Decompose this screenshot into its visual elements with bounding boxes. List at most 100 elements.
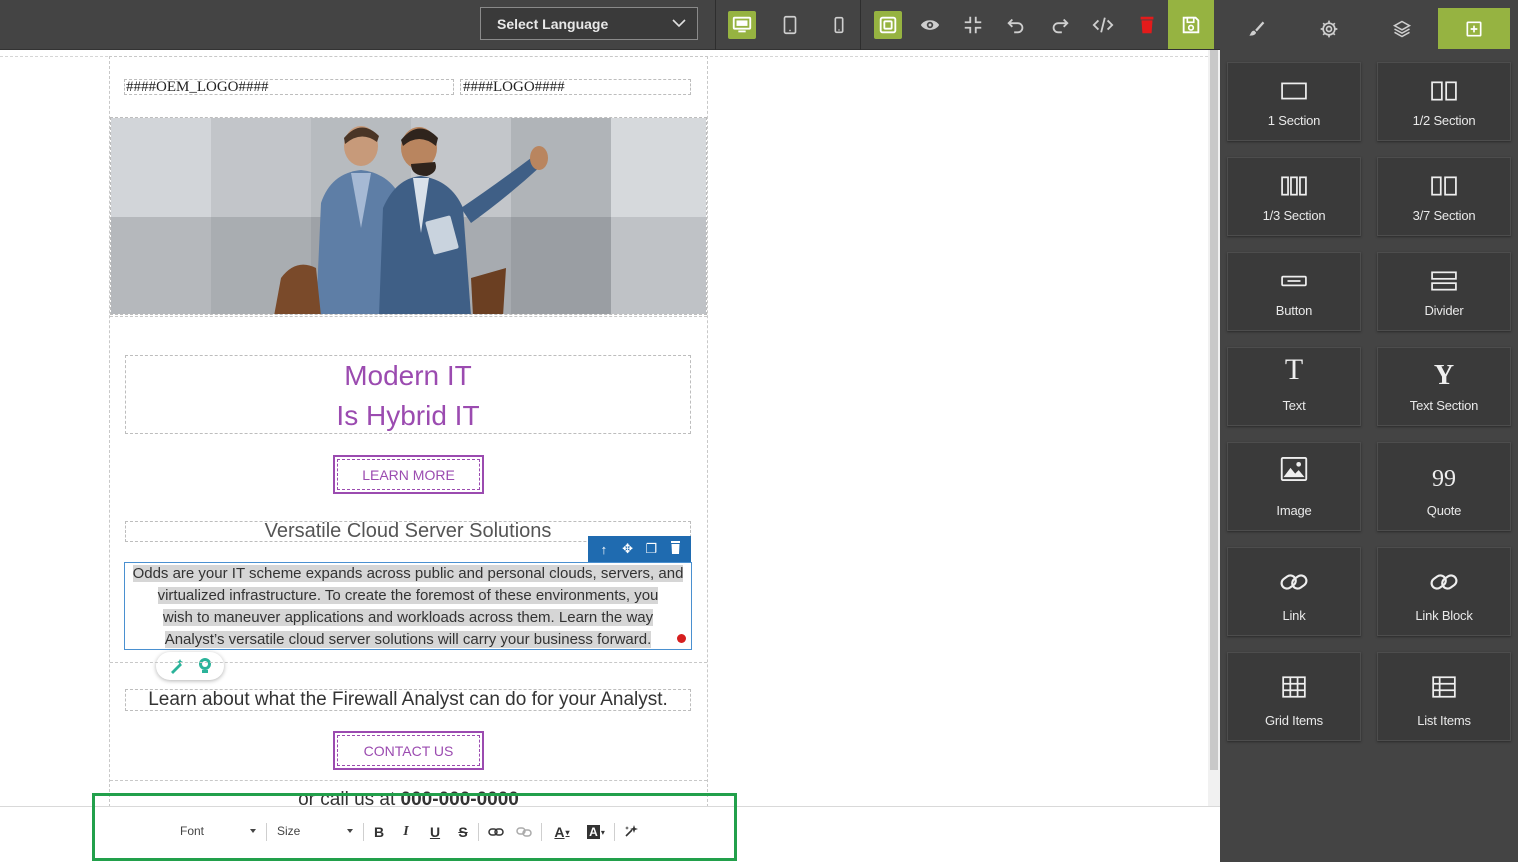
block-button[interactable]: Button: [1227, 252, 1361, 331]
tablet-view-button[interactable]: [775, 10, 805, 40]
toolbar-divider: [541, 823, 542, 841]
scrollbar-thumb[interactable]: [1210, 50, 1218, 770]
delete-icon[interactable]: [665, 541, 685, 557]
toolbar-divider: [363, 823, 364, 841]
language-select[interactable]: Select Language: [480, 7, 698, 40]
size-select[interactable]: Size: [277, 824, 300, 838]
oem-logo-placeholder[interactable]: ####OEM_LOGO####: [124, 79, 454, 95]
ai-assist-pill[interactable]: [156, 652, 224, 680]
learn-more-button[interactable]: LEARN MORE: [333, 455, 484, 494]
language-select-value: Select Language: [497, 16, 609, 32]
block-quote[interactable]: 99 Quote: [1377, 442, 1511, 531]
redo-button[interactable]: [1045, 10, 1075, 40]
section-divider: [110, 780, 707, 781]
tab-layers[interactable]: [1366, 8, 1438, 49]
headline[interactable]: Modern IT Is Hybrid IT: [125, 355, 691, 434]
redo-icon: [1052, 18, 1069, 34]
desktop-icon: [732, 16, 752, 33]
learn-about-text[interactable]: Learn about what the Firewall Analyst ca…: [125, 689, 691, 711]
logo-row[interactable]: ####OEM_LOGO#### ####LOGO####: [124, 79, 691, 95]
undo-button[interactable]: [1001, 10, 1031, 40]
desktop-view-button[interactable]: [728, 11, 756, 39]
third-section-icon: [1281, 176, 1307, 196]
toolbar-divider: [478, 823, 479, 841]
magic-pen-icon[interactable]: [168, 657, 186, 675]
bold-icon[interactable]: B: [372, 823, 386, 841]
size-caret-icon: [347, 829, 353, 833]
arrow-up-icon[interactable]: ↑: [594, 542, 614, 557]
three-seven-section-icon: [1431, 176, 1457, 196]
contact-us-button[interactable]: CONTACT US: [333, 731, 484, 770]
strikethrough-icon[interactable]: S: [456, 823, 470, 841]
one-section-icon: [1281, 82, 1307, 100]
section-divider: [110, 316, 707, 317]
block-link[interactable]: Link: [1227, 547, 1361, 636]
block-label: Quote: [1426, 503, 1462, 518]
selected-paragraph[interactable]: Odds are your IT scheme expands across p…: [124, 562, 692, 650]
font-select[interactable]: Font: [180, 824, 204, 838]
block-label: Text Section: [1409, 398, 1479, 413]
background-color-icon[interactable]: A ▾: [584, 823, 608, 841]
block-1-section[interactable]: 1 Section: [1227, 62, 1361, 141]
block-image[interactable]: Image: [1227, 442, 1361, 531]
move-icon[interactable]: ✥: [618, 541, 638, 557]
canvas-scrollbar[interactable]: [1208, 50, 1220, 807]
block-label: 1/3 Section: [1262, 208, 1326, 223]
outline-toggle-button[interactable]: [874, 11, 902, 39]
lightbulb-icon[interactable]: [197, 657, 213, 675]
block-label: List Items: [1417, 713, 1471, 728]
mobile-icon: [834, 16, 844, 34]
blocks-panel: 1 Section 1/2 Section 1/3 Section 3/7 Se…: [1220, 0, 1518, 862]
add-block-icon: [1466, 21, 1482, 36]
tab-blocks[interactable]: [1438, 8, 1510, 49]
list-items-icon: [1432, 676, 1456, 698]
block-label: Text: [1282, 398, 1306, 413]
hero-image[interactable]: [110, 117, 707, 315]
eye-icon: [920, 20, 940, 30]
block-label: Grid Items: [1265, 713, 1323, 728]
link-block-icon: [1430, 574, 1458, 590]
font-color-icon[interactable]: A ▾: [551, 823, 573, 841]
quote-icon: 99: [1432, 465, 1456, 492]
link-icon: [1280, 574, 1308, 590]
save-icon: [1182, 16, 1200, 33]
compress-icon: [964, 16, 982, 34]
section-divider: [110, 662, 707, 663]
italic-icon[interactable]: I: [399, 823, 413, 841]
code-button[interactable]: [1088, 10, 1118, 40]
toolbar-divider: [614, 823, 615, 841]
preview-button[interactable]: [915, 10, 945, 40]
tab-style-manager[interactable]: [1220, 8, 1292, 49]
block-divider[interactable]: Divider: [1377, 252, 1511, 331]
link-icon[interactable]: [488, 823, 504, 841]
undo-icon: [1007, 18, 1024, 34]
paragraph-line: Odds are your IT scheme expands across p…: [132, 565, 684, 582]
tab-settings[interactable]: [1293, 8, 1365, 49]
save-button[interactable]: [1168, 0, 1214, 49]
code-icon: [1092, 17, 1114, 33]
underline-icon[interactable]: U: [428, 823, 442, 841]
divider-icon: [1431, 271, 1457, 291]
mobile-view-button[interactable]: [824, 10, 854, 40]
block-text[interactable]: T Text: [1227, 347, 1361, 426]
block-link-block[interactable]: Link Block: [1377, 547, 1511, 636]
block-list-items[interactable]: List Items: [1377, 652, 1511, 741]
block-third-section[interactable]: 1/3 Section: [1227, 157, 1361, 236]
block-half-section[interactable]: 1/2 Section: [1377, 62, 1511, 141]
layers-icon: [1392, 20, 1412, 37]
unlink-icon[interactable]: [516, 823, 532, 841]
block-label: 1/2 Section: [1412, 113, 1476, 128]
block-three-seven-section[interactable]: 3/7 Section: [1377, 157, 1511, 236]
block-text-section[interactable]: Y Text Section: [1377, 347, 1511, 426]
copy-icon[interactable]: ❐: [641, 541, 661, 557]
trash-icon: [1140, 16, 1154, 34]
block-label: Link: [1282, 608, 1306, 623]
button-icon: [1281, 275, 1307, 287]
image-icon: [1280, 456, 1308, 482]
block-grid-items[interactable]: Grid Items: [1227, 652, 1361, 741]
fullscreen-button[interactable]: [958, 10, 988, 40]
logo-placeholder[interactable]: ####LOGO####: [460, 79, 691, 95]
tablet-icon: [783, 15, 797, 35]
ai-sparkle-icon[interactable]: [622, 823, 640, 841]
clear-canvas-button[interactable]: [1132, 10, 1162, 40]
